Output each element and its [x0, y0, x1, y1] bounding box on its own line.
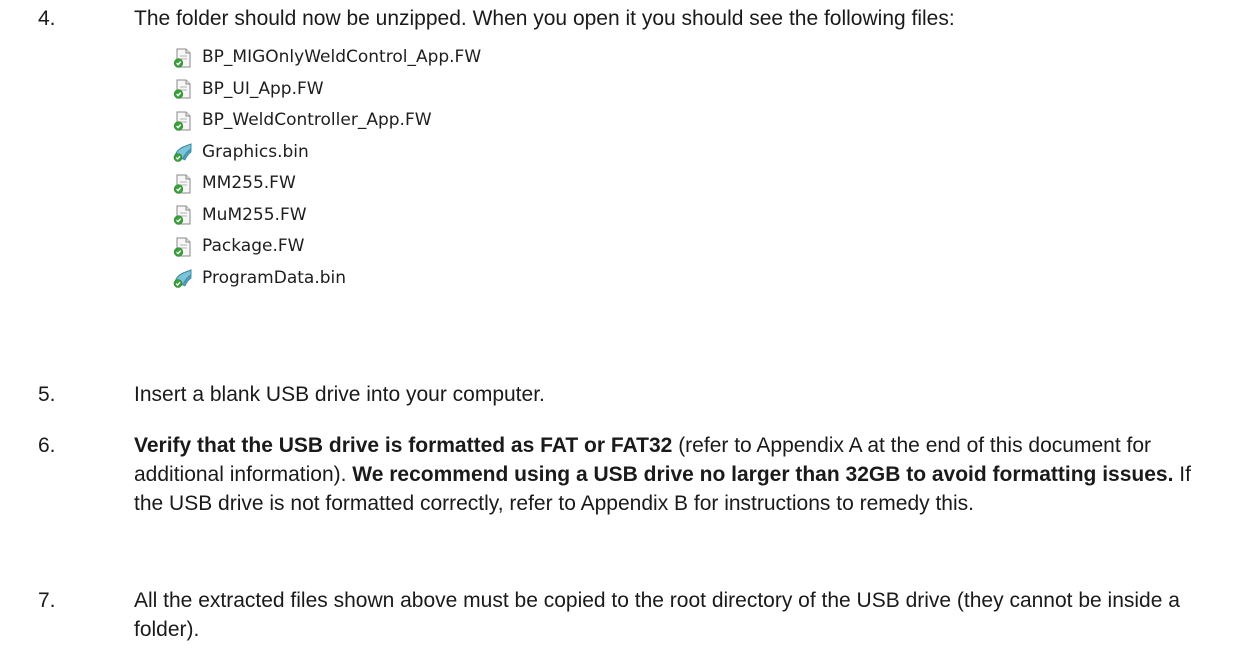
file-name: Graphics.bin	[202, 141, 309, 162]
fw-file-icon	[173, 48, 191, 68]
step-7: 7. All the extracted files shown above m…	[0, 586, 1239, 656]
step-number: 6.	[38, 434, 56, 457]
file-name: BP_UI_App.FW	[202, 78, 324, 99]
step-emphasis: We recommend using a USB drive no larger…	[352, 463, 1174, 486]
fw-file-icon	[173, 111, 191, 131]
step-number: 4.	[38, 7, 56, 30]
fw-file-icon	[173, 174, 191, 194]
file-item[interactable]: BP_UI_App.FW	[172, 74, 481, 106]
file-item[interactable]: Graphics.bin	[172, 137, 481, 169]
step-text: All the extracted files shown above must…	[134, 589, 1180, 641]
fw-file-icon	[173, 205, 191, 225]
step-5: 5. Insert a blank USB drive into your co…	[0, 380, 1239, 410]
file-name: ProgramData.bin	[202, 267, 347, 288]
file-list: BP_MIGOnlyWeldControl_App.FW BP_UI_App.F…	[172, 42, 481, 294]
file-name: MM255.FW	[202, 173, 296, 194]
file-item[interactable]: Package.FW	[172, 231, 481, 263]
file-name: BP_MIGOnlyWeldControl_App.FW	[202, 47, 482, 68]
file-item[interactable]: ProgramData.bin	[172, 263, 481, 295]
step-emphasis: Verify that the USB drive is formatted a…	[134, 434, 673, 457]
bin-file-icon	[173, 269, 192, 289]
step-text: The folder should now be unzipped. When …	[134, 7, 955, 30]
fw-file-icon	[173, 237, 191, 257]
step-number: 5.	[38, 383, 56, 406]
file-name: BP_WeldController_App.FW	[202, 110, 432, 131]
step-number: 7.	[38, 589, 56, 612]
file-item[interactable]: BP_WeldController_App.FW	[172, 105, 481, 137]
file-item[interactable]: BP_MIGOnlyWeldControl_App.FW	[172, 42, 481, 74]
step-text: Insert a blank USB drive into your compu…	[134, 383, 545, 406]
file-item[interactable]: MM255.FW	[172, 168, 481, 200]
fw-file-icon	[173, 79, 191, 99]
file-item[interactable]: MuM255.FW	[172, 200, 481, 232]
file-name: MuM255.FW	[202, 204, 307, 225]
step-text: Verify that the USB drive is formatted a…	[134, 431, 1214, 518]
step-4: 4. The folder should now be unzipped. Wh…	[0, 4, 1239, 304]
bin-file-icon	[173, 143, 192, 163]
file-name: Package.FW	[202, 236, 305, 257]
step-6: 6. Verify that the USB drive is formatte…	[0, 431, 1239, 551]
